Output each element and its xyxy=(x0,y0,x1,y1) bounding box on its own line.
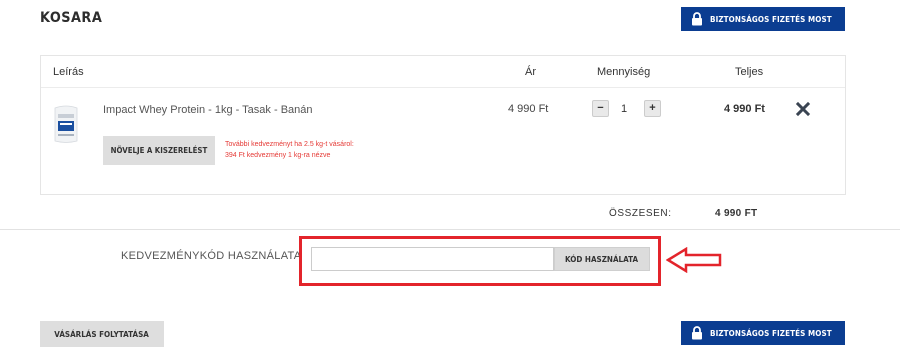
cart-table: Leírás Ár Mennyiség Teljes Impact Whey P… xyxy=(40,55,846,195)
upsize-button[interactable]: NÖVELJE A KISZERELÉST xyxy=(103,136,215,165)
apply-coupon-button[interactable]: KÓD HASZNÁLATA xyxy=(554,247,650,271)
summary-label: ÖSSZESEN: xyxy=(609,208,672,219)
promo-note: További kedvezményt ha 2.5 kg-t vásárol:… xyxy=(225,139,425,161)
quantity-increase-button[interactable]: + xyxy=(644,100,661,117)
quantity-decrease-button[interactable]: − xyxy=(592,100,609,117)
secure-checkout-button-bottom[interactable]: BIZTONSÁGOS FIZETÉS MOST xyxy=(681,321,845,345)
column-header-description: Leírás xyxy=(53,66,84,78)
section-divider xyxy=(0,229,900,230)
column-header-total: Teljes xyxy=(735,66,764,78)
lock-icon xyxy=(691,12,708,26)
secure-checkout-button-top[interactable]: BIZTONSÁGOS FIZETÉS MOST xyxy=(681,7,845,31)
lock-icon xyxy=(691,326,708,340)
column-header-quantity: Mennyiség xyxy=(597,66,651,78)
continue-shopping-button[interactable]: VÁSÁRLÁS FOLYTATÁSA xyxy=(40,321,164,347)
product-name-link[interactable]: Impact Whey Protein - 1kg - Tasak - Baná… xyxy=(103,104,313,116)
quantity-value: 1 xyxy=(620,103,628,115)
pointer-arrow-icon xyxy=(665,246,722,274)
remove-item-icon[interactable] xyxy=(795,101,811,117)
coupon-input[interactable] xyxy=(311,247,554,271)
product-price: 4 990 Ft xyxy=(508,103,549,115)
column-header-price: Ár xyxy=(525,66,536,78)
promo-note-line-1: További kedvezményt ha 2.5 kg-t vásárol: xyxy=(225,141,354,148)
secure-checkout-label: BIZTONSÁGOS FIZETÉS MOST xyxy=(709,328,832,338)
page-title: KOSARA xyxy=(40,10,103,26)
upsize-button-label: NÖVELJE A KISZERELÉST xyxy=(110,146,208,155)
continue-shopping-label: VÁSÁRLÁS FOLYTATÁSA xyxy=(54,329,150,339)
apply-coupon-label: KÓD HASZNÁLATA xyxy=(565,254,639,264)
promo-note-line-2: 394 Ft kedvezmény 1 kg-ra nézve xyxy=(225,152,331,159)
product-thumbnail[interactable] xyxy=(53,104,79,144)
summary-total: 4 990 FT xyxy=(715,208,758,219)
header-divider xyxy=(41,87,845,88)
coupon-label: KEDVEZMÉNYKÓD HASZNÁLATA xyxy=(121,250,302,262)
secure-checkout-label: BIZTONSÁGOS FIZETÉS MOST xyxy=(709,14,832,24)
line-total: 4 990 Ft xyxy=(724,103,765,115)
